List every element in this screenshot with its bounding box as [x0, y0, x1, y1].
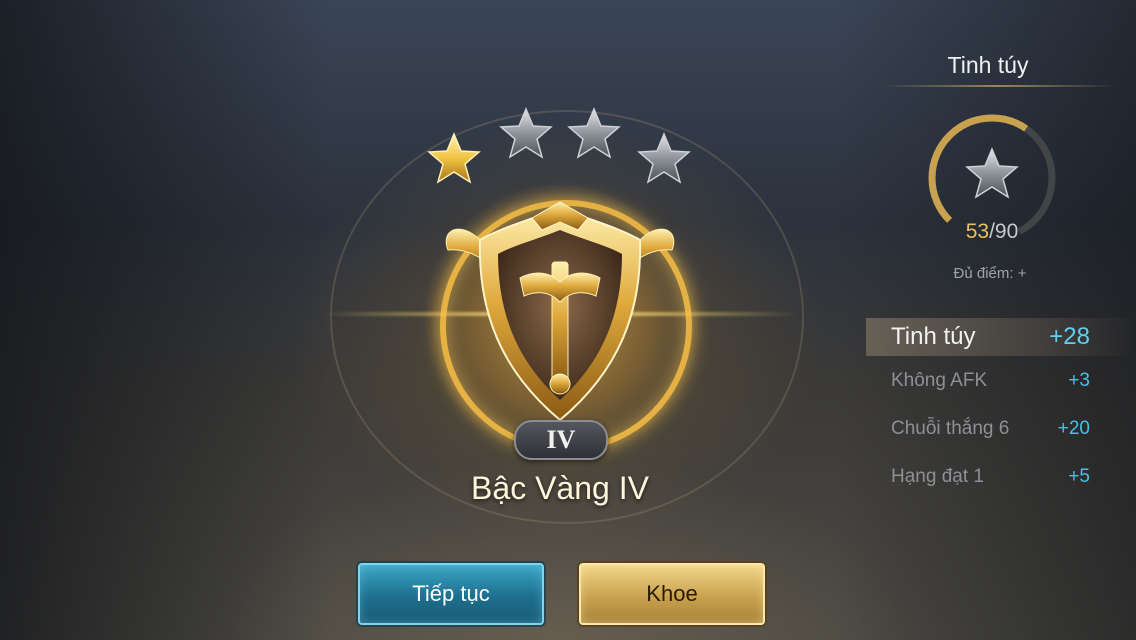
- tier-badge: IV: [514, 420, 608, 460]
- essence-panel-title: Tinh túy: [947, 52, 1029, 78]
- show-off-button[interactable]: Khoe: [579, 563, 765, 625]
- rank-title: Bậc Vàng IV: [471, 470, 649, 506]
- breakdown-value: +28: [1049, 323, 1090, 350]
- breakdown-row: Không AFK +3: [866, 356, 1136, 404]
- breakdown-value: +5: [1068, 466, 1090, 487]
- breakdown-total-row: Tinh túy +28: [866, 318, 1136, 356]
- gold-shield-emblem-icon: [440, 200, 680, 430]
- silver-star-icon: [964, 146, 1020, 202]
- background-shade-left: [0, 0, 330, 640]
- points-note: Đủ điểm: +: [953, 265, 1027, 282]
- essence-max: 90: [994, 220, 1019, 243]
- essence-panel-divider: [880, 85, 1116, 87]
- silver-star-icon: [498, 106, 554, 162]
- breakdown-label: Chuỗi thắng 6: [891, 418, 1010, 439]
- silver-star-icon: [566, 106, 622, 162]
- silver-star-icon: [636, 131, 692, 187]
- breakdown-value: +20: [1057, 418, 1090, 439]
- breakdown-label: Không AFK: [891, 370, 988, 391]
- breakdown-label: Hạng đạt 1: [891, 466, 984, 487]
- breakdown-row: Chuỗi thắng 6 +20: [866, 404, 1136, 452]
- breakdown-row: Hạng đạt 1 +5: [866, 452, 1136, 500]
- essence-progress-value: 53/90: [922, 220, 1062, 244]
- gold-star-icon: [426, 131, 482, 187]
- breakdown-value: +3: [1068, 370, 1090, 391]
- essence-current: 53: [965, 220, 990, 243]
- continue-button[interactable]: Tiếp tục: [358, 563, 544, 625]
- breakdown-label: Tinh túy: [891, 323, 976, 350]
- essence-breakdown: Tinh túy +28 Không AFK +3 Chuỗi thắng 6 …: [866, 318, 1136, 500]
